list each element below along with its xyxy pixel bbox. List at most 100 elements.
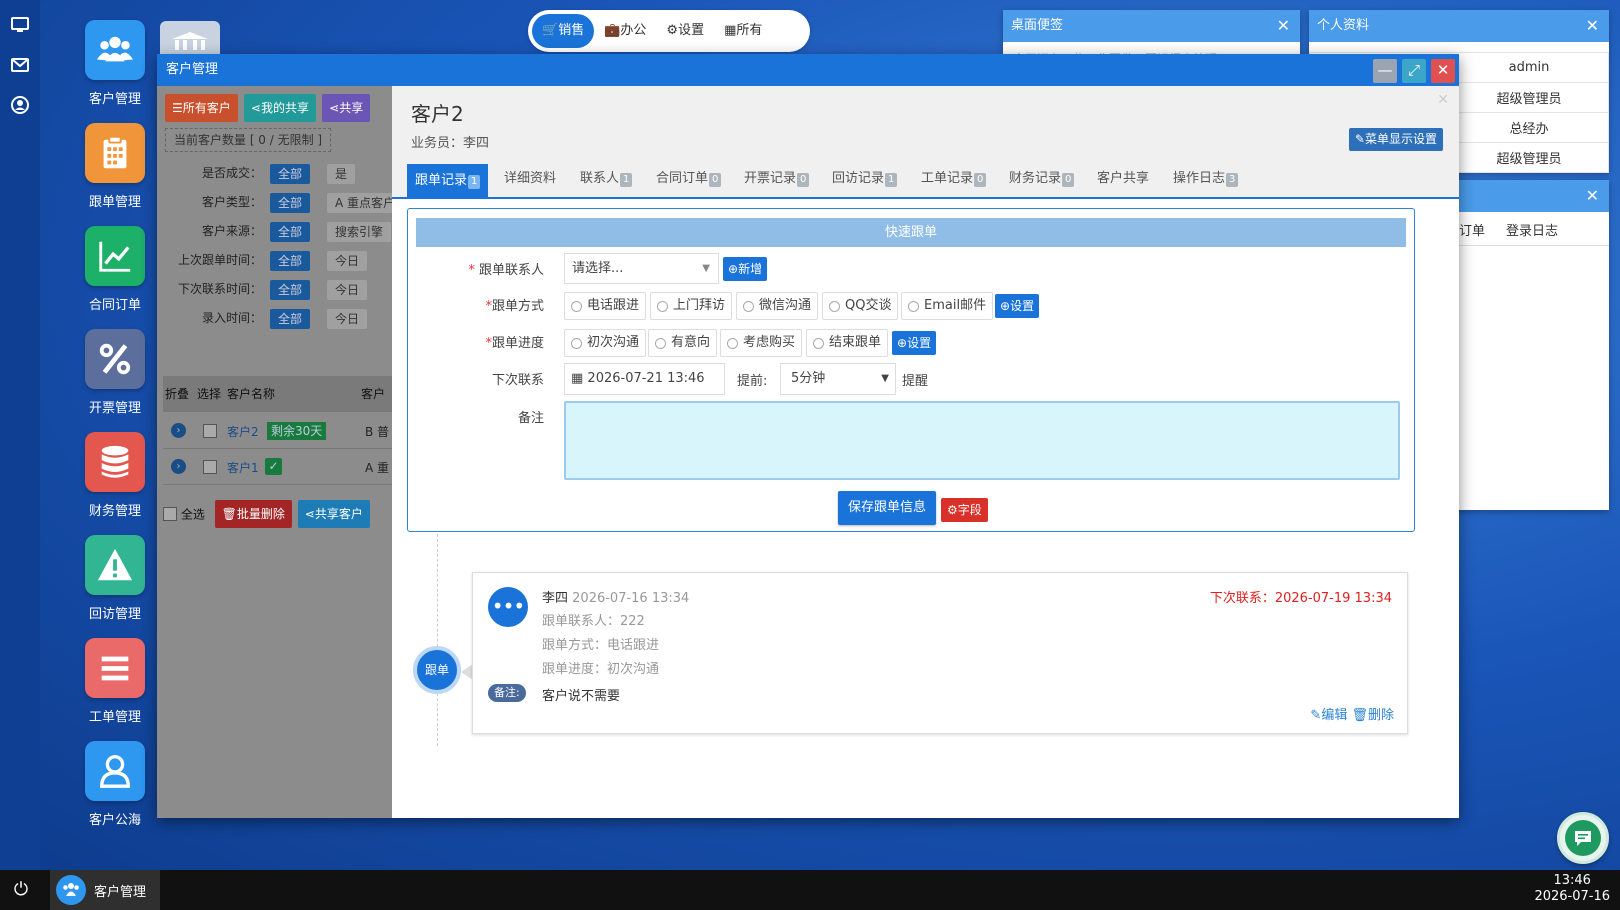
chat-float-button[interactable] [1557,812,1609,864]
next-contact-label: 下次联系 [491,373,544,388]
add-contact-button[interactable]: ⊕新增 [723,257,768,281]
method-option-email[interactable]: Email邮件 [901,292,994,320]
progress-option-interested[interactable]: 有意向 [648,329,718,357]
close-icon[interactable]: ✕ [1586,10,1599,42]
method-settings-button[interactable]: ⊕设置 [995,294,1040,318]
desktop-icon-followup[interactable]: 跟单管理 [60,123,170,210]
progress-settings-button[interactable]: ⊕设置 [892,331,937,355]
desktop-icon-revisit[interactable]: 回访管理 [60,535,170,622]
user-icon [85,741,145,801]
table-row[interactable]: › 客户2 剩余30天 B 普 [163,413,392,449]
salesman-label: 业务员：李四 [411,136,490,151]
tab-finance[interactable]: 财务记录 0 [1001,162,1082,198]
method-option-wechat[interactable]: 微信沟通 [736,292,819,320]
tab-customer-share[interactable]: 客户共享 [1089,162,1157,198]
filter-chip-all[interactable]: 全部 [270,193,311,213]
message-icon [1565,820,1601,856]
desktop-icon-finance[interactable]: 财务管理 [60,432,170,519]
expand-icon[interactable]: › [171,459,186,474]
filter-row: 下次联系时间： 全部 今日 [157,274,392,303]
tab-followup-records[interactable]: 跟单记录 1 [407,164,489,198]
maximize-button[interactable]: ⤢ [1402,59,1426,83]
mail-icon[interactable] [10,56,30,76]
tab-contracts[interactable]: 合同订单 0 [648,162,729,198]
close-icon[interactable]: ✕ [1277,10,1290,42]
contact-label: * 跟单联系人 [468,263,544,278]
field-settings-button[interactable]: ⚙字段 [941,498,988,522]
filter-chip-all[interactable]: 全部 [270,251,311,271]
filter-chip-all[interactable]: 全部 [270,164,311,184]
progress-option-initial[interactable]: 初次沟通 [564,329,647,357]
customer-link[interactable]: 客户2 [227,423,259,440]
row-checkbox[interactable] [203,424,217,438]
tab-workorders[interactable]: 工单记录 0 [913,162,994,198]
filter-chip-all[interactable]: 全部 [270,280,311,300]
followup-record-card: ••• 李四 2026-07-16 13:34 下次联系：2026-07-19 … [472,572,1408,734]
filter-chip[interactable]: A 重点客户 [327,193,392,213]
close-icon[interactable]: ✕ [1586,180,1599,212]
filter-chip-all[interactable]: 全部 [270,222,311,242]
table-row[interactable]: › 客户1 ✓ A 重 [163,449,392,485]
filter-chip[interactable]: 是 [327,164,356,184]
taskbar-app-customer[interactable]: 客户管理 [50,870,160,910]
advance-label: 提前: [737,374,768,389]
customer-detail-panel: 客户2 业务员：李四 ✎菜单显示设置 ✕ 跟单记录 1 详细资料 联系人 1 合同订… [392,86,1459,818]
tab-orders[interactable]: 订单 [1459,220,1485,239]
filter-row: 上次跟单时间： 全部 今日 [157,245,392,274]
method-option-phone[interactable]: 电话跟进 [564,292,647,320]
chat-dots-icon: ••• [488,587,528,627]
edit-link[interactable]: ✎编辑 [1310,708,1347,723]
user-circle-icon[interactable] [10,96,30,116]
menu-sales[interactable]: 🛒销售 [532,14,595,48]
minimize-button[interactable]: — [1373,59,1397,83]
menu-all[interactable]: ▦所有 [714,14,772,48]
desktop-icon-public-pool[interactable]: 客户公海 [60,741,170,828]
desktop-icon-contract[interactable]: 合同订单 [60,226,170,313]
advance-select[interactable]: 5分钟 ▼ [780,363,896,395]
desktop-icon-customer[interactable]: 客户管理 [60,20,170,107]
filter-chip[interactable]: 今日 [327,251,368,271]
all-customers-button[interactable]: ☰所有客户 [165,94,238,122]
chevron-down-icon: ▼ [881,373,889,384]
filter-chip[interactable]: 今日 [327,280,368,300]
close-icon[interactable]: ✕ [1437,92,1449,108]
filter-chip[interactable]: 搜索引擎 [327,222,392,242]
menu-display-settings-button[interactable]: ✎菜单显示设置 [1348,128,1443,151]
customer-link[interactable]: 客户1 [227,459,259,476]
next-contact-input[interactable]: ▦ 2026-07-21 13:46 [564,363,725,395]
progress-option-considering[interactable]: 考虑购买 [720,329,803,357]
power-icon[interactable]: ⏻ [10,879,32,901]
tab-login-log[interactable]: 登录日志 [1506,220,1558,239]
tab-operation-log[interactable]: 操作日志 3 [1165,162,1246,198]
delete-link[interactable]: 🗑删除 [1351,708,1394,723]
desktop-icon-label: 工单管理 [88,710,141,725]
tab-invoices[interactable]: 开票记录 0 [736,162,817,198]
method-option-qq[interactable]: QQ交谈 [822,292,899,320]
filter-chip[interactable]: 今日 [327,309,368,329]
grid-icon: ▦ [724,23,737,38]
expand-icon[interactable]: › [171,423,186,438]
close-window-button[interactable]: ✕ [1431,59,1455,83]
save-followup-button[interactable]: 保存跟单信息 [838,491,937,525]
taskbar-clock: 13:46 2026-07-16 [1534,873,1610,904]
filter-chip-all[interactable]: 全部 [270,309,311,329]
batch-delete-button[interactable]: 🗑批量删除 [214,500,292,528]
row-checkbox[interactable] [203,460,217,474]
tab-contacts[interactable]: 联系人 1 [572,162,640,198]
tab-details[interactable]: 详细资料 [496,162,564,198]
contact-select[interactable]: 请选择... ▼ [564,253,719,284]
clipboard-icon [85,123,145,183]
menu-settings[interactable]: ⚙设置 [656,14,714,48]
select-all-checkbox[interactable] [163,507,177,521]
share-button[interactable]: ⋖共享 [322,94,371,122]
my-share-button[interactable]: ⋖我的共享 [243,94,316,122]
desktop-icon-invoice[interactable]: 开票管理 [60,329,170,416]
share-customer-button[interactable]: ⋖共享客户 [297,500,370,528]
tab-revisits[interactable]: 回访记录 1 [824,162,905,198]
note-textarea[interactable] [564,401,1400,480]
monitor-icon[interactable] [10,16,30,36]
method-option-visit[interactable]: 上门拜访 [650,292,733,320]
menu-office[interactable]: 💼办公 [594,14,656,48]
progress-option-end[interactable]: 结束跟单 [806,329,889,357]
desktop-icon-workorder[interactable]: 工单管理 [60,638,170,725]
